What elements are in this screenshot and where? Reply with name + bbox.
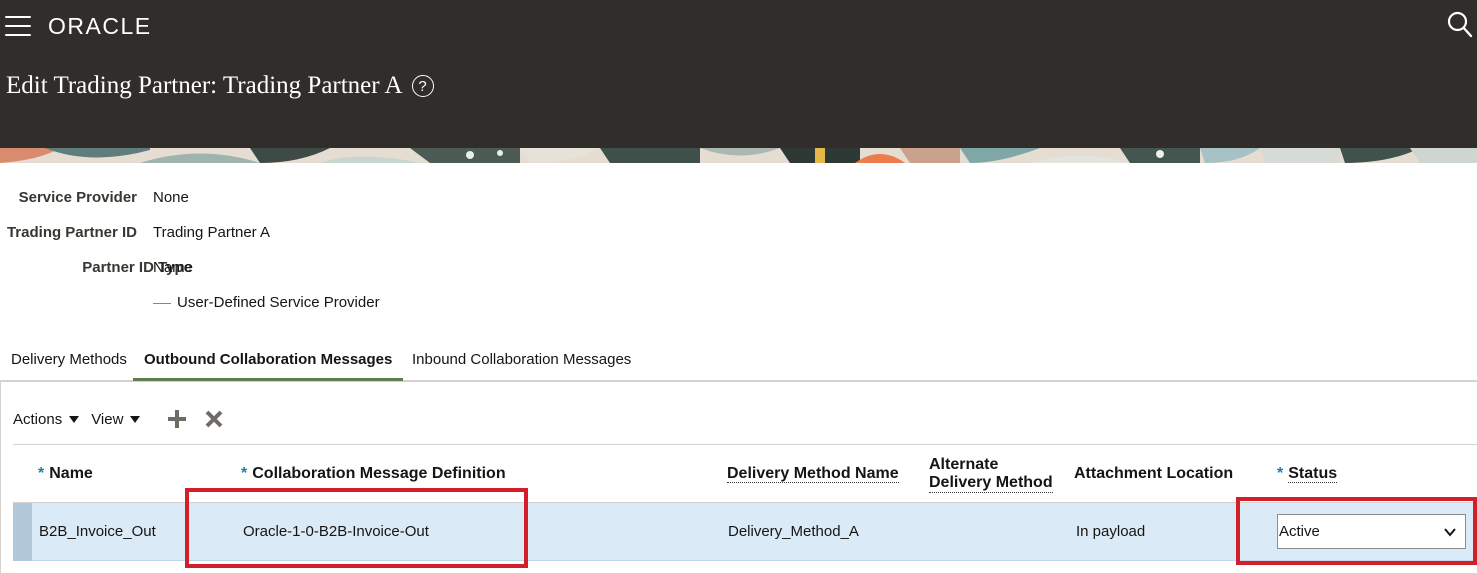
column-header-alternate-delivery-method[interactable]: Alternate Delivery Method xyxy=(929,456,1053,493)
view-menu[interactable]: View xyxy=(91,410,141,428)
partner-id-type-row: Partner ID Type Name xyxy=(0,259,400,283)
chevron-down-icon xyxy=(1444,528,1456,537)
tab-bar: Delivery Methods Outbound Collaboration … xyxy=(0,344,1477,381)
column-header-collaboration-message-definition[interactable]: * Collaboration Message Definition xyxy=(241,465,506,483)
service-provider-label: Service Provider xyxy=(18,189,137,206)
trading-partner-id-value: Trading Partner A xyxy=(153,224,271,241)
required-asterisk: * xyxy=(38,465,45,482)
trading-partner-id-label: Trading Partner ID xyxy=(6,224,137,241)
caret-down-icon xyxy=(130,415,141,423)
trading-partner-id-row: Trading Partner ID Trading Partner A xyxy=(0,224,400,248)
column-header-delivery-method-name[interactable]: Delivery Method Name xyxy=(727,465,899,483)
plus-icon[interactable] xyxy=(165,407,189,431)
legend: User-Defined Service Provider xyxy=(153,294,453,318)
required-asterisk: * xyxy=(1277,465,1284,482)
row-selector[interactable] xyxy=(13,503,32,561)
tab-inbound-collaboration-messages[interactable]: Inbound Collaboration Messages xyxy=(401,344,642,381)
oracle-logo: ORACLE xyxy=(48,13,152,39)
search-icon[interactable] xyxy=(1447,11,1473,39)
cell-attachment-location: In payload xyxy=(1076,523,1146,540)
required-asterisk: * xyxy=(241,465,248,482)
column-header-attachment-location[interactable]: Attachment Location xyxy=(1074,465,1233,483)
app-header: ORACLE Edit Trading Partner: Trading Par… xyxy=(0,0,1477,148)
actions-menu[interactable]: Actions xyxy=(13,410,80,428)
column-header-name[interactable]: * Name xyxy=(38,465,93,483)
x-icon[interactable] xyxy=(202,407,226,431)
hamburger-menu-icon[interactable] xyxy=(5,16,31,36)
status-select[interactable]: Active xyxy=(1277,514,1466,549)
table-toolbar: Actions View xyxy=(13,400,226,438)
table-row[interactable]: B2B_Invoice_Out Oracle-1-0-B2B-Invoice-O… xyxy=(13,503,1477,561)
cell-delivery-method-name: Delivery_Method_A xyxy=(728,523,859,540)
legend-dash-icon xyxy=(153,302,171,304)
partner-id-type-value: Name xyxy=(153,259,194,276)
help-icon[interactable]: ? xyxy=(411,75,434,97)
table-header: * Name * Collaboration Message Definition … xyxy=(13,444,1477,503)
tab-delivery-methods[interactable]: Delivery Methods xyxy=(0,344,138,381)
status-select-value: Active xyxy=(1279,523,1320,540)
legend-text: User-Defined Service Provider xyxy=(177,294,380,311)
caret-down-icon xyxy=(69,415,80,423)
cell-name: B2B_Invoice_Out xyxy=(39,523,156,540)
actions-label: Actions xyxy=(13,410,63,428)
decorative-banner xyxy=(0,148,1477,163)
tab-outbound-collaboration-messages[interactable]: Outbound Collaboration Messages xyxy=(133,344,404,381)
page-title: Edit Trading Partner: Trading Partner A xyxy=(6,72,403,99)
cell-collaboration-message-definition: Oracle-1-0-B2B-Invoice-Out xyxy=(243,523,429,540)
column-header-status[interactable]: * Status xyxy=(1277,465,1338,483)
view-label: View xyxy=(91,410,124,428)
service-provider-value: None xyxy=(153,189,189,206)
service-provider-row: Service Provider None xyxy=(0,189,400,213)
